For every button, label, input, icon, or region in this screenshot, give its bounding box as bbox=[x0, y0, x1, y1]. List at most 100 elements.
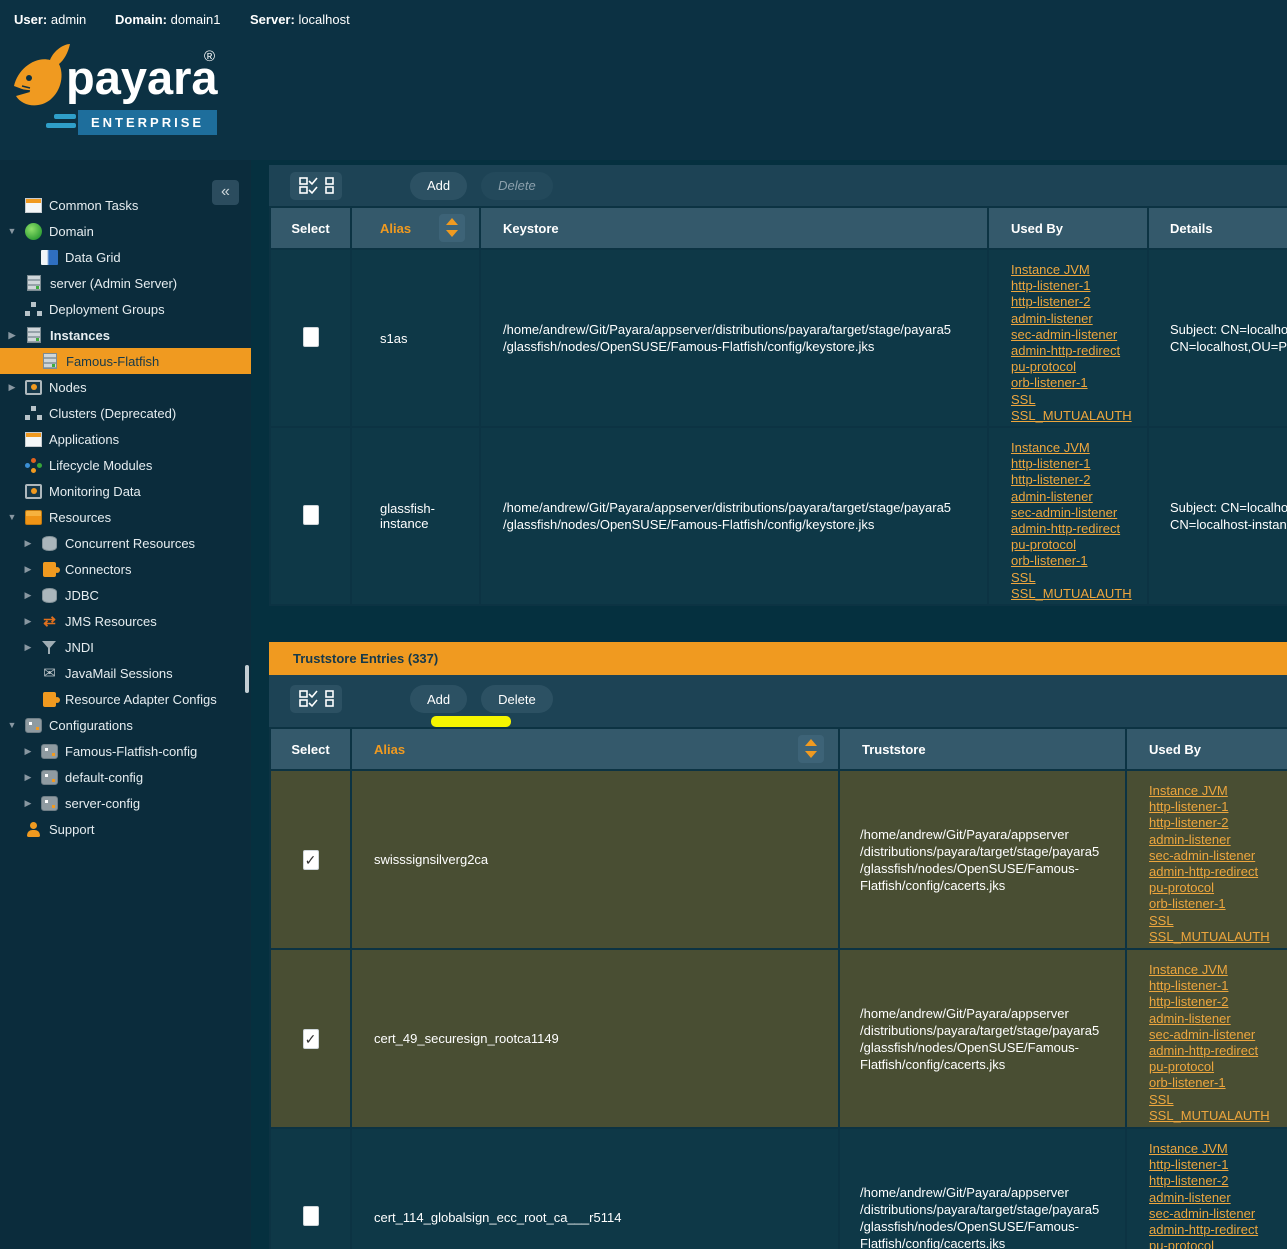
select-toggle-buttons[interactable] bbox=[290, 685, 342, 713]
expander-down-icon[interactable]: ▼ bbox=[6, 226, 18, 236]
sidebar-item-domain[interactable]: ▼Domain bbox=[0, 218, 251, 244]
used-by-link[interactable]: SSL bbox=[1149, 913, 1287, 929]
used-by-link[interactable]: http-listener-2 bbox=[1011, 472, 1147, 488]
sidebar-item-configurations[interactable]: ▼Configurations bbox=[0, 712, 251, 738]
sidebar-item-clusters[interactable]: Clusters (Deprecated) bbox=[0, 400, 251, 426]
used-by-link[interactable]: admin-listener bbox=[1149, 1011, 1287, 1027]
used-by-link[interactable]: http-listener-1 bbox=[1011, 456, 1147, 472]
sidebar-item-lifecycle-modules[interactable]: Lifecycle Modules bbox=[0, 452, 251, 478]
deselect-all-icon[interactable] bbox=[325, 177, 334, 195]
used-by-link[interactable]: pu-protocol bbox=[1011, 359, 1147, 375]
used-by-link[interactable]: sec-admin-listener bbox=[1011, 505, 1147, 521]
sidebar-item-resource-adapter-configs[interactable]: Resource Adapter Configs bbox=[0, 686, 251, 712]
used-by-link[interactable]: SSL_MUTUALAUTH bbox=[1149, 1108, 1287, 1124]
expander-right-icon[interactable]: ▶ bbox=[22, 564, 34, 575]
expander-right-icon[interactable]: ▶ bbox=[22, 746, 34, 757]
sidebar-item-applications[interactable]: Applications bbox=[0, 426, 251, 452]
used-by-link[interactable]: admin-http-redirect bbox=[1149, 1043, 1287, 1059]
sidebar-collapse-button[interactable]: « bbox=[212, 180, 239, 205]
used-by-link[interactable]: pu-protocol bbox=[1149, 1238, 1287, 1249]
sort-alias-button[interactable] bbox=[439, 214, 465, 242]
sidebar-item-javamail-sessions[interactable]: ✉JavaMail Sessions bbox=[0, 660, 251, 686]
used-by-link[interactable]: orb-listener-1 bbox=[1149, 1075, 1287, 1091]
expander-down-icon[interactable]: ▼ bbox=[6, 512, 18, 522]
sidebar-item-jms-resources[interactable]: ▶⇄JMS Resources bbox=[0, 608, 251, 634]
used-by-link[interactable]: SSL_MUTUALAUTH bbox=[1011, 586, 1147, 602]
used-by-link[interactable]: orb-listener-1 bbox=[1011, 375, 1147, 391]
used-by-link[interactable]: http-listener-2 bbox=[1149, 815, 1287, 831]
select-all-icon[interactable] bbox=[299, 177, 318, 195]
sidebar-item-connectors[interactable]: ▶Connectors bbox=[0, 556, 251, 582]
keystore-delete-button[interactable]: Delete bbox=[481, 172, 553, 200]
row-checkbox-checked[interactable] bbox=[303, 850, 319, 870]
sidebar-item-deployment-groups[interactable]: Deployment Groups bbox=[0, 296, 251, 322]
used-by-link[interactable]: http-listener-2 bbox=[1149, 1173, 1287, 1189]
select-toggle-buttons[interactable] bbox=[290, 172, 342, 200]
used-by-link[interactable]: http-listener-1 bbox=[1149, 1157, 1287, 1173]
keystore-add-button[interactable]: Add bbox=[410, 172, 467, 200]
used-by-link[interactable]: SSL bbox=[1011, 570, 1147, 586]
sidebar-item-famous-flatfish-config[interactable]: ▶Famous-Flatfish-config bbox=[0, 738, 251, 764]
sidebar-item-data-grid[interactable]: Data Grid bbox=[0, 244, 251, 270]
used-by-link[interactable]: Instance JVM bbox=[1149, 962, 1287, 978]
expander-right-icon[interactable]: ▶ bbox=[22, 616, 34, 627]
used-by-link[interactable]: admin-listener bbox=[1011, 489, 1147, 505]
used-by-link[interactable]: pu-protocol bbox=[1149, 1059, 1287, 1075]
used-by-link[interactable]: pu-protocol bbox=[1011, 537, 1147, 553]
expander-right-icon[interactable]: ▶ bbox=[22, 772, 34, 783]
sidebar-item-default-config[interactable]: ▶default-config bbox=[0, 764, 251, 790]
sidebar-item-resources[interactable]: ▼Resources bbox=[0, 504, 251, 530]
used-by-link[interactable]: sec-admin-listener bbox=[1149, 1027, 1287, 1043]
used-by-link[interactable]: http-listener-1 bbox=[1149, 978, 1287, 994]
used-by-link[interactable]: SSL_MUTUALAUTH bbox=[1011, 408, 1147, 424]
used-by-link[interactable]: sec-admin-listener bbox=[1011, 327, 1147, 343]
expander-right-icon[interactable]: ▶ bbox=[6, 382, 18, 393]
used-by-link[interactable]: Instance JVM bbox=[1149, 783, 1287, 799]
used-by-link[interactable]: admin-listener bbox=[1149, 1190, 1287, 1206]
used-by-link[interactable]: admin-http-redirect bbox=[1011, 343, 1147, 359]
sidebar-item-server-config[interactable]: ▶server-config bbox=[0, 790, 251, 816]
used-by-link[interactable]: admin-listener bbox=[1149, 832, 1287, 848]
used-by-link[interactable]: SSL bbox=[1011, 392, 1147, 408]
used-by-link[interactable]: http-listener-2 bbox=[1011, 294, 1147, 310]
sidebar-item-support[interactable]: Support bbox=[0, 816, 251, 842]
deselect-all-icon[interactable] bbox=[325, 690, 334, 708]
used-by-link[interactable]: SSL bbox=[1149, 1092, 1287, 1108]
sort-alias-button[interactable] bbox=[798, 735, 824, 763]
sidebar-item-server[interactable]: server (Admin Server) bbox=[0, 270, 251, 296]
expander-right-icon[interactable]: ▶ bbox=[22, 590, 34, 601]
sidebar-item-jdbc[interactable]: ▶JDBC bbox=[0, 582, 251, 608]
select-all-icon[interactable] bbox=[299, 690, 318, 708]
sidebar-item-famous-flatfish[interactable]: Famous-Flatfish bbox=[0, 348, 251, 374]
expander-right-icon[interactable]: ▶ bbox=[22, 642, 34, 653]
sidebar-item-instances[interactable]: ▶Instances bbox=[0, 322, 251, 348]
sidebar-item-nodes[interactable]: ▶Nodes bbox=[0, 374, 251, 400]
truststore-delete-button[interactable]: Delete bbox=[481, 685, 553, 713]
used-by-link[interactable]: admin-http-redirect bbox=[1149, 1222, 1287, 1238]
sidebar-item-monitoring-data[interactable]: Monitoring Data bbox=[0, 478, 251, 504]
truststore-add-button[interactable]: Add bbox=[410, 685, 467, 713]
used-by-link[interactable]: Instance JVM bbox=[1149, 1141, 1287, 1157]
row-checkbox[interactable] bbox=[303, 327, 319, 347]
row-checkbox[interactable] bbox=[303, 1206, 319, 1226]
expander-down-icon[interactable]: ▼ bbox=[6, 720, 18, 730]
sidebar-scrollbar[interactable] bbox=[245, 665, 249, 693]
used-by-link[interactable]: pu-protocol bbox=[1149, 880, 1287, 896]
expander-right-icon[interactable]: ▶ bbox=[22, 798, 34, 809]
sidebar-item-concurrent-resources[interactable]: ▶Concurrent Resources bbox=[0, 530, 251, 556]
used-by-link[interactable]: http-listener-2 bbox=[1149, 994, 1287, 1010]
used-by-link[interactable]: http-listener-1 bbox=[1149, 799, 1287, 815]
used-by-link[interactable]: http-listener-1 bbox=[1011, 278, 1147, 294]
used-by-link[interactable]: orb-listener-1 bbox=[1149, 896, 1287, 912]
used-by-link[interactable]: admin-http-redirect bbox=[1011, 521, 1147, 537]
expander-right-icon[interactable]: ▶ bbox=[6, 330, 18, 341]
used-by-link[interactable]: sec-admin-listener bbox=[1149, 1206, 1287, 1222]
used-by-link[interactable]: Instance JVM bbox=[1011, 440, 1147, 456]
row-checkbox[interactable] bbox=[303, 505, 319, 525]
expander-right-icon[interactable]: ▶ bbox=[22, 538, 34, 549]
used-by-link[interactable]: sec-admin-listener bbox=[1149, 848, 1287, 864]
used-by-link[interactable]: orb-listener-1 bbox=[1011, 553, 1147, 569]
row-checkbox-checked[interactable] bbox=[303, 1029, 319, 1049]
used-by-link[interactable]: admin-listener bbox=[1011, 311, 1147, 327]
sidebar-item-jndi[interactable]: ▶JNDI bbox=[0, 634, 251, 660]
